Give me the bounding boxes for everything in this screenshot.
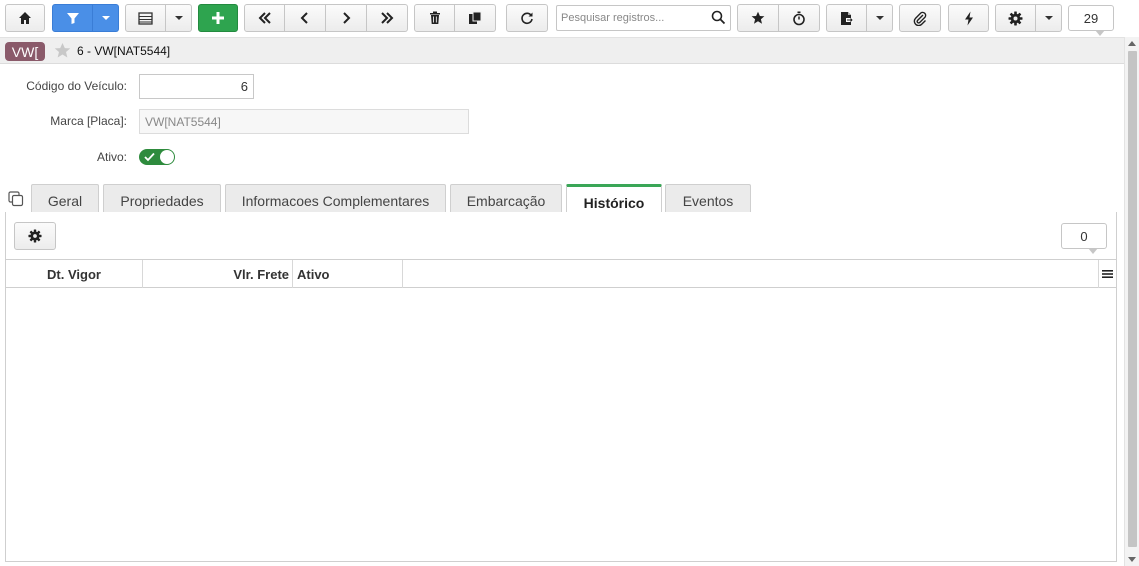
report-dropdown-button[interactable] xyxy=(867,4,893,32)
search-field xyxy=(556,5,731,31)
tab-embarcacao[interactable]: Embarcação xyxy=(450,184,562,213)
table-icon xyxy=(138,11,153,25)
chevron-down-icon xyxy=(174,16,183,20)
page-title: 6 - VW[NAT5544] xyxy=(77,44,171,58)
timer-button[interactable] xyxy=(779,4,820,32)
refresh-icon xyxy=(521,12,533,25)
settings-button[interactable] xyxy=(995,4,1036,32)
filter-icon xyxy=(66,13,79,24)
report-icon xyxy=(841,11,853,25)
delete-button[interactable] xyxy=(414,4,455,32)
marca-label: Marca [Placa]: xyxy=(50,114,127,128)
record-count: 29 xyxy=(1083,10,1099,26)
settings-dropdown-button[interactable] xyxy=(1036,4,1062,32)
next-record-button[interactable] xyxy=(326,4,367,32)
last-record-button[interactable] xyxy=(367,4,408,32)
toggle-knob xyxy=(160,150,174,164)
first-record-button[interactable] xyxy=(244,4,285,32)
tab-eventos[interactable]: Eventos xyxy=(665,184,751,213)
home-button[interactable] xyxy=(5,4,45,32)
record-badge: VW[ xyxy=(5,42,45,61)
tab-historico[interactable]: Histórico xyxy=(566,184,662,214)
column-dt-vigor[interactable]: Dt. Vigor xyxy=(6,260,143,288)
chevron-down-icon xyxy=(875,16,884,20)
search-input[interactable] xyxy=(557,6,707,30)
timer-icon xyxy=(793,11,805,25)
trash-icon xyxy=(429,11,440,24)
chevron-down-icon xyxy=(1044,16,1053,20)
scroll-up-icon[interactable] xyxy=(1128,41,1136,46)
codigo-label: Código do Veículo: xyxy=(26,79,127,93)
scroll-thumb[interactable] xyxy=(1128,51,1137,547)
favorites-group xyxy=(737,4,820,32)
first-icon xyxy=(258,12,271,24)
add-button[interactable] xyxy=(198,4,238,32)
page-scrollbar[interactable] xyxy=(1124,37,1139,566)
grid-header: Dt. Vigor Vlr. Frete Ativo xyxy=(6,259,1116,288)
copy-tabs-icon[interactable] xyxy=(8,191,24,207)
menu-icon xyxy=(1102,270,1113,278)
paperclip-icon xyxy=(913,11,926,26)
actions-button[interactable] xyxy=(948,4,989,32)
codigo-field[interactable]: 6 xyxy=(139,74,254,99)
record-count-badge: 29 xyxy=(1068,5,1114,36)
column-menu-button[interactable] xyxy=(1098,260,1116,288)
gear-icon xyxy=(1008,11,1023,25)
tab-informacoes-complementares[interactable]: Informacoes Complementares xyxy=(225,184,446,213)
tab-propriedades[interactable]: Propriedades xyxy=(103,184,221,213)
last-icon xyxy=(381,12,394,24)
check-icon xyxy=(144,152,155,162)
grid-settings-button[interactable] xyxy=(14,222,56,250)
star-icon xyxy=(751,11,765,24)
scroll-down-icon[interactable] xyxy=(1128,557,1136,562)
view-dropdown-button[interactable] xyxy=(166,4,192,32)
report-button-group xyxy=(826,4,893,32)
record-title-bar: VW[ 6 - VW[NAT5544] xyxy=(0,37,1124,64)
column-ativo[interactable]: Ativo xyxy=(293,260,403,288)
refresh-button[interactable] xyxy=(506,4,548,32)
view-button-group xyxy=(125,4,192,32)
chevron-down-icon xyxy=(101,16,110,20)
filter-button[interactable] xyxy=(52,4,93,32)
column-vlr-frete[interactable]: Vlr. Frete xyxy=(143,260,293,288)
favorite-button[interactable] xyxy=(737,4,779,32)
duplicate-button[interactable] xyxy=(455,4,496,32)
grid-count: 0 xyxy=(1080,228,1088,244)
record-actions-group xyxy=(414,4,496,32)
ativo-toggle[interactable] xyxy=(139,149,175,165)
report-button[interactable] xyxy=(826,4,867,32)
plus-icon xyxy=(212,12,224,24)
prev-icon xyxy=(300,12,308,24)
grid-count-badge: 0 xyxy=(1061,223,1107,254)
bolt-icon xyxy=(964,11,973,25)
tab-geral[interactable]: Geral xyxy=(31,184,99,213)
filter-button-group xyxy=(52,4,119,32)
navigation-group xyxy=(244,4,408,32)
search-icon[interactable] xyxy=(711,10,726,25)
settings-button-group xyxy=(995,4,1062,32)
star-icon[interactable] xyxy=(54,42,71,59)
filter-dropdown-button[interactable] xyxy=(93,4,119,32)
marca-field: VW[NAT5544] xyxy=(139,109,469,134)
next-icon xyxy=(343,12,351,24)
previous-record-button[interactable] xyxy=(285,4,326,32)
ativo-label: Ativo: xyxy=(96,150,127,164)
table-view-button[interactable] xyxy=(125,4,166,32)
home-icon xyxy=(19,12,31,24)
gear-icon xyxy=(28,229,42,243)
attachments-button[interactable] xyxy=(899,4,941,32)
copy-icon xyxy=(469,11,482,24)
